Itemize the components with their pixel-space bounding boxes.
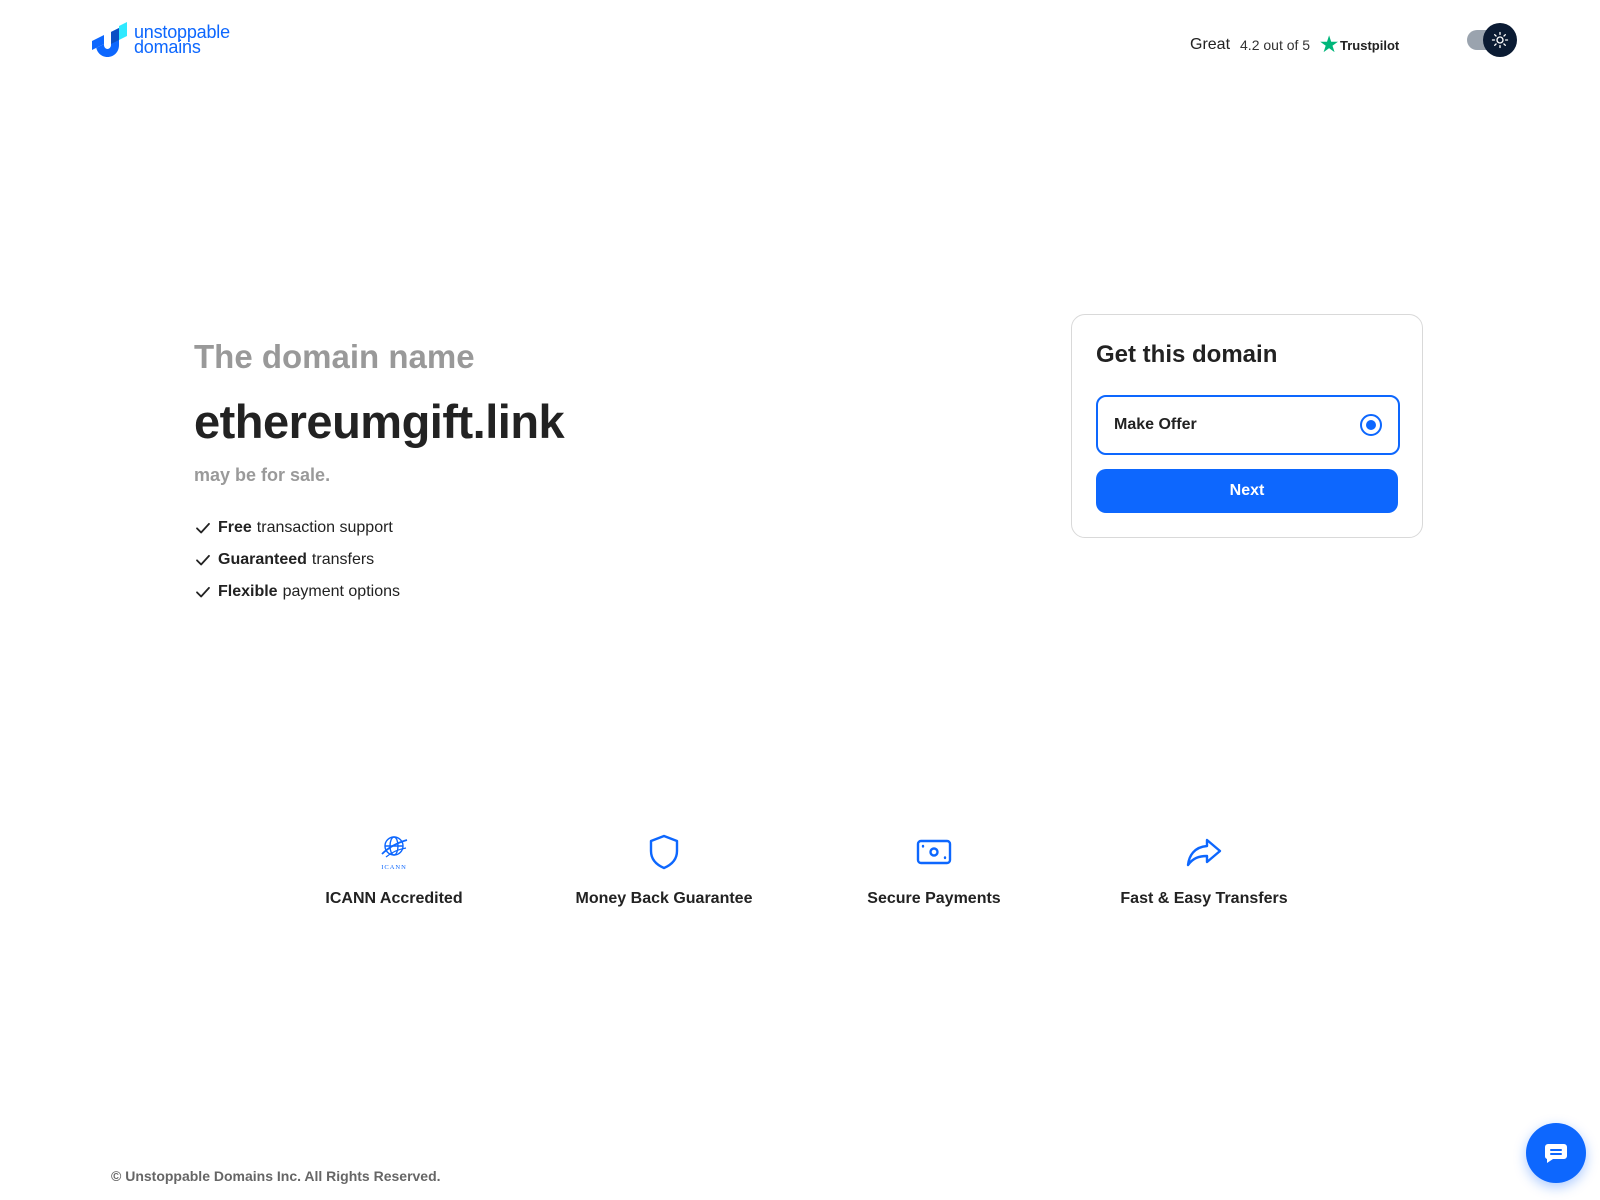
feature-bold: Guaranteed bbox=[218, 551, 307, 568]
feature-text: transaction support bbox=[256, 519, 393, 536]
chat-button[interactable] bbox=[1526, 1123, 1586, 1183]
checkmark-icon bbox=[196, 586, 210, 598]
unstoppable-domains-logo-icon bbox=[92, 22, 127, 57]
sun-icon bbox=[1491, 31, 1509, 49]
feature-bold: Flexible bbox=[218, 583, 278, 600]
offer-card: Get this domain Make Offer Next bbox=[1071, 314, 1423, 538]
feature-bold: Free bbox=[218, 519, 252, 536]
badge-secure-payments: Secure Payments bbox=[814, 832, 1054, 908]
domain-name: ethereumgift.link bbox=[194, 395, 565, 448]
make-offer-label: Make Offer bbox=[1114, 416, 1197, 433]
feature-list: Free transaction support Guaranteed tran… bbox=[194, 512, 564, 608]
share-arrow-icon bbox=[1186, 838, 1222, 867]
trustpilot-rating[interactable]: Great 4.2 out of 5 ★ Trustpilot bbox=[1190, 34, 1400, 56]
badge-label: Secure Payments bbox=[867, 890, 1001, 907]
feature-text: payment options bbox=[282, 583, 400, 600]
make-offer-radio[interactable] bbox=[1360, 414, 1382, 436]
checkmark-icon bbox=[196, 554, 210, 566]
brand-logo[interactable]: unstoppable domains bbox=[92, 22, 230, 58]
badge-label: Money Back Guarantee bbox=[575, 890, 753, 907]
badge-transfers: Fast & Easy Transfers bbox=[1084, 832, 1324, 908]
chat-icon bbox=[1544, 1144, 1567, 1163]
badge-icann: ICANN ICANN Accredited bbox=[274, 832, 514, 908]
badge-label: Fast & Easy Transfers bbox=[1120, 890, 1288, 907]
radio-selected-dot bbox=[1366, 420, 1376, 430]
make-offer-option[interactable]: Make Offer bbox=[1096, 395, 1400, 455]
offer-card-title: Get this domain bbox=[1096, 341, 1278, 368]
theme-toggle[interactable] bbox=[1467, 23, 1517, 57]
badge-money-back: Money Back Guarantee bbox=[544, 832, 784, 908]
feature-item: Flexible payment options bbox=[194, 576, 564, 608]
icann-logo-text: ICANN bbox=[381, 864, 407, 871]
sale-status: may be for sale. bbox=[194, 465, 331, 485]
hero-section: The domain name ethereumgift.link may be… bbox=[194, 338, 565, 608]
toggle-knob bbox=[1483, 23, 1517, 57]
money-icon bbox=[916, 839, 952, 865]
brand-wordmark: unstoppable domains bbox=[134, 23, 230, 57]
icann-logo-icon: ICANN bbox=[381, 836, 408, 871]
feature-item: Free transaction support bbox=[194, 512, 564, 544]
badge-label: ICANN Accredited bbox=[325, 890, 463, 907]
next-button[interactable]: Next bbox=[1096, 469, 1398, 513]
feature-text: transfers bbox=[311, 551, 375, 568]
footer-copyright: © Unstoppable Domains Inc. All Rights Re… bbox=[111, 1168, 441, 1184]
checkmark-icon bbox=[196, 522, 210, 534]
trustpilot-score: 4.2 out of 5 bbox=[1240, 37, 1311, 53]
brand-line-2: domains bbox=[134, 37, 201, 57]
trustpilot-star-icon: ★ bbox=[1320, 34, 1339, 56]
feature-item: Guaranteed transfers bbox=[194, 544, 564, 576]
trustpilot-brand: ★ Trustpilot bbox=[1320, 34, 1400, 56]
shield-icon bbox=[649, 834, 679, 870]
hero-intro: The domain name bbox=[194, 338, 475, 375]
trustpilot-brand-name: Trustpilot bbox=[1340, 37, 1400, 53]
trustpilot-rating-word: Great bbox=[1190, 36, 1231, 53]
